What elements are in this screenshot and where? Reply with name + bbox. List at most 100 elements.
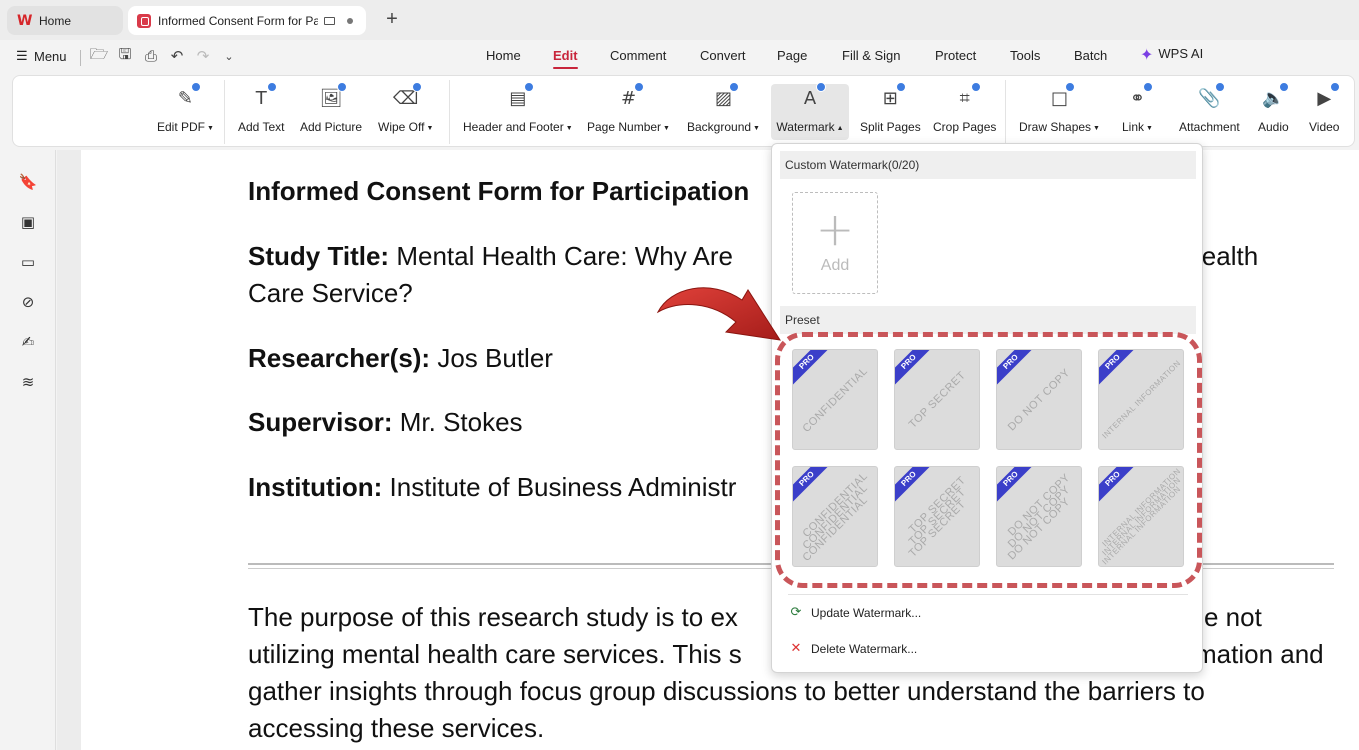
plus-icon: +: [815, 202, 855, 256]
header-footer-label: Header and Footer: [463, 120, 564, 134]
update-watermark-label: Update Watermark...: [811, 606, 922, 620]
text-icon: T: [249, 82, 278, 112]
edit-pdf-label: Edit PDF: [157, 120, 206, 134]
hamburger-icon: ☰: [16, 48, 28, 63]
bookmark-icon[interactable]: 🔖: [18, 172, 38, 192]
wps-logo-icon: W: [17, 12, 33, 29]
eraser-icon: ⌫: [393, 82, 422, 112]
open-folder-icon[interactable]: 🗁: [90, 45, 109, 65]
layers-icon[interactable]: ≋: [18, 372, 38, 392]
supervisor-value: Mr. Stokes: [399, 407, 523, 437]
tab-fill-sign[interactable]: Fill & Sign: [842, 48, 901, 63]
red-arrow-annotation: [656, 287, 782, 341]
study-title-value: Mental Health Care: Why Are: [396, 241, 734, 271]
supervisor-line: Supervisor: Mr. Stokes: [248, 404, 523, 441]
crop-pages-button[interactable]: ⌗ Crop Pages: [933, 82, 996, 140]
chevron-down-icon: ▼: [753, 125, 760, 132]
add-text-label: Add Text: [238, 120, 285, 134]
delete-watermark-item[interactable]: ✕ Delete Watermark...: [788, 641, 918, 657]
video-icon: ▶: [1312, 82, 1341, 112]
delete-watermark-icon: ✕: [790, 641, 802, 656]
divider: [788, 594, 1188, 595]
attachment-label: Attachment: [1179, 120, 1240, 134]
link-icon: ⚭: [1125, 82, 1154, 112]
chevron-down-icon: ▼: [1093, 125, 1100, 132]
update-watermark-item[interactable]: ⟳ Update Watermark...: [788, 605, 922, 621]
comment-icon[interactable]: ▭: [18, 252, 38, 272]
study-title-line-2: Care Service?: [248, 278, 413, 308]
study-title-label: Study Title:: [248, 241, 390, 271]
page-number-icon: #: [616, 82, 645, 112]
speaker-icon: 🔈: [1261, 82, 1290, 112]
tab-document-label: Informed Consent Form for Pa: [158, 13, 318, 28]
tab-wps-ai[interactable]: ✦ WPS AI: [1140, 45, 1203, 65]
tab-home-ribbon[interactable]: Home: [486, 48, 521, 63]
divider: [449, 80, 450, 144]
divider: [80, 50, 81, 66]
tab-home-label: Home: [39, 13, 72, 28]
undo-icon[interactable]: ↶: [168, 47, 186, 65]
signature-icon[interactable]: ✍: [18, 332, 38, 352]
wipe-off-button[interactable]: ⌫ Wipe Off ▼: [378, 82, 434, 140]
paragraph-line: mation and: [1195, 639, 1324, 669]
header-footer-button[interactable]: ▤ Header and Footer ▼: [463, 82, 573, 140]
background-label: Background: [687, 120, 752, 134]
attachment-icon[interactable]: ⊘: [18, 292, 38, 312]
chevron-down-icon: ▼: [207, 125, 214, 132]
background-button[interactable]: ▨ Background ▼: [687, 82, 760, 140]
audio-label: Audio: [1258, 120, 1289, 134]
researcher-label: Researcher(s):: [248, 343, 431, 373]
add-text-button[interactable]: T Add Text: [238, 82, 285, 140]
watermark-label: Watermark: [776, 120, 835, 134]
watermark-button[interactable]: A Watermark ▲: [771, 82, 849, 140]
split-pages-button[interactable]: ⊞ Split Pages: [860, 82, 921, 140]
thumbnail-icon[interactable]: ▣: [18, 212, 38, 232]
divider: [1005, 80, 1006, 144]
audio-button[interactable]: 🔈 Audio: [1258, 82, 1290, 140]
tab-convert[interactable]: Convert: [700, 48, 746, 63]
tab-page[interactable]: Page: [777, 48, 807, 63]
save-icon[interactable]: 🖫: [116, 45, 134, 65]
attachment-button[interactable]: 📎 Attachment: [1179, 82, 1240, 140]
add-picture-button[interactable]: 🖼 Add Picture: [300, 82, 362, 140]
edit-pdf-button[interactable]: ✎ Edit PDF ▼: [157, 82, 214, 140]
background-icon: ▨: [711, 82, 740, 112]
unsaved-dot-icon[interactable]: [347, 17, 353, 24]
chevron-down-icon: ▼: [426, 125, 434, 132]
chevron-down-icon: ▼: [565, 125, 573, 132]
page-number-button[interactable]: # Page Number ▼: [587, 82, 670, 140]
tab-batch[interactable]: Batch: [1074, 48, 1107, 63]
divider: [224, 80, 225, 144]
print-icon[interactable]: ⎙: [142, 47, 160, 65]
tab-protect[interactable]: Protect: [935, 48, 976, 63]
chevron-up-icon: ▲: [836, 125, 844, 132]
tab-comment[interactable]: Comment: [610, 48, 666, 63]
wipe-off-label: Wipe Off: [378, 120, 425, 134]
draw-shapes-button[interactable]: □ Draw Shapes ▼: [1019, 82, 1100, 140]
tab-home[interactable]: W Home: [7, 6, 123, 35]
paragraph-line: The purpose of this research study is to…: [248, 602, 738, 632]
tab-edit[interactable]: Edit: [553, 48, 578, 69]
crop-icon: ⌗: [953, 82, 981, 112]
link-button[interactable]: ⚭ Link ▼: [1122, 82, 1154, 140]
header-footer-icon: ▤: [506, 82, 534, 112]
split-pages-label: Split Pages: [860, 120, 921, 134]
video-button[interactable]: ▶ Video: [1309, 82, 1341, 140]
monitor-icon[interactable]: [324, 16, 335, 25]
tab-wps-ai-label: WPS AI: [1158, 46, 1204, 61]
paragraph-line: utilizing mental health care services. T…: [248, 639, 742, 669]
split-pages-icon: ⊞: [878, 82, 907, 112]
new-tab-button[interactable]: +: [382, 8, 402, 30]
chevron-down-icon: ▼: [663, 125, 670, 132]
ribbon-toolbar: ✎ Edit PDF ▼ T Add Text 🖼 Add Picture ⌫ W…: [12, 75, 1355, 147]
menu-button[interactable]: ☰ Menu: [16, 48, 67, 64]
draw-shapes-label: Draw Shapes: [1019, 120, 1092, 134]
tab-tools[interactable]: Tools: [1010, 48, 1040, 63]
add-custom-watermark-button[interactable]: + Add: [792, 192, 878, 294]
chevron-down-icon[interactable]: ⌄: [220, 47, 238, 65]
redo-icon[interactable]: ↷: [194, 47, 212, 65]
update-watermark-icon: ⟳: [790, 605, 802, 620]
page-number-label: Page Number: [587, 120, 662, 134]
document-title: Informed Consent Form for Participation: [248, 176, 750, 206]
tab-document[interactable]: Informed Consent Form for Pa: [128, 6, 366, 35]
